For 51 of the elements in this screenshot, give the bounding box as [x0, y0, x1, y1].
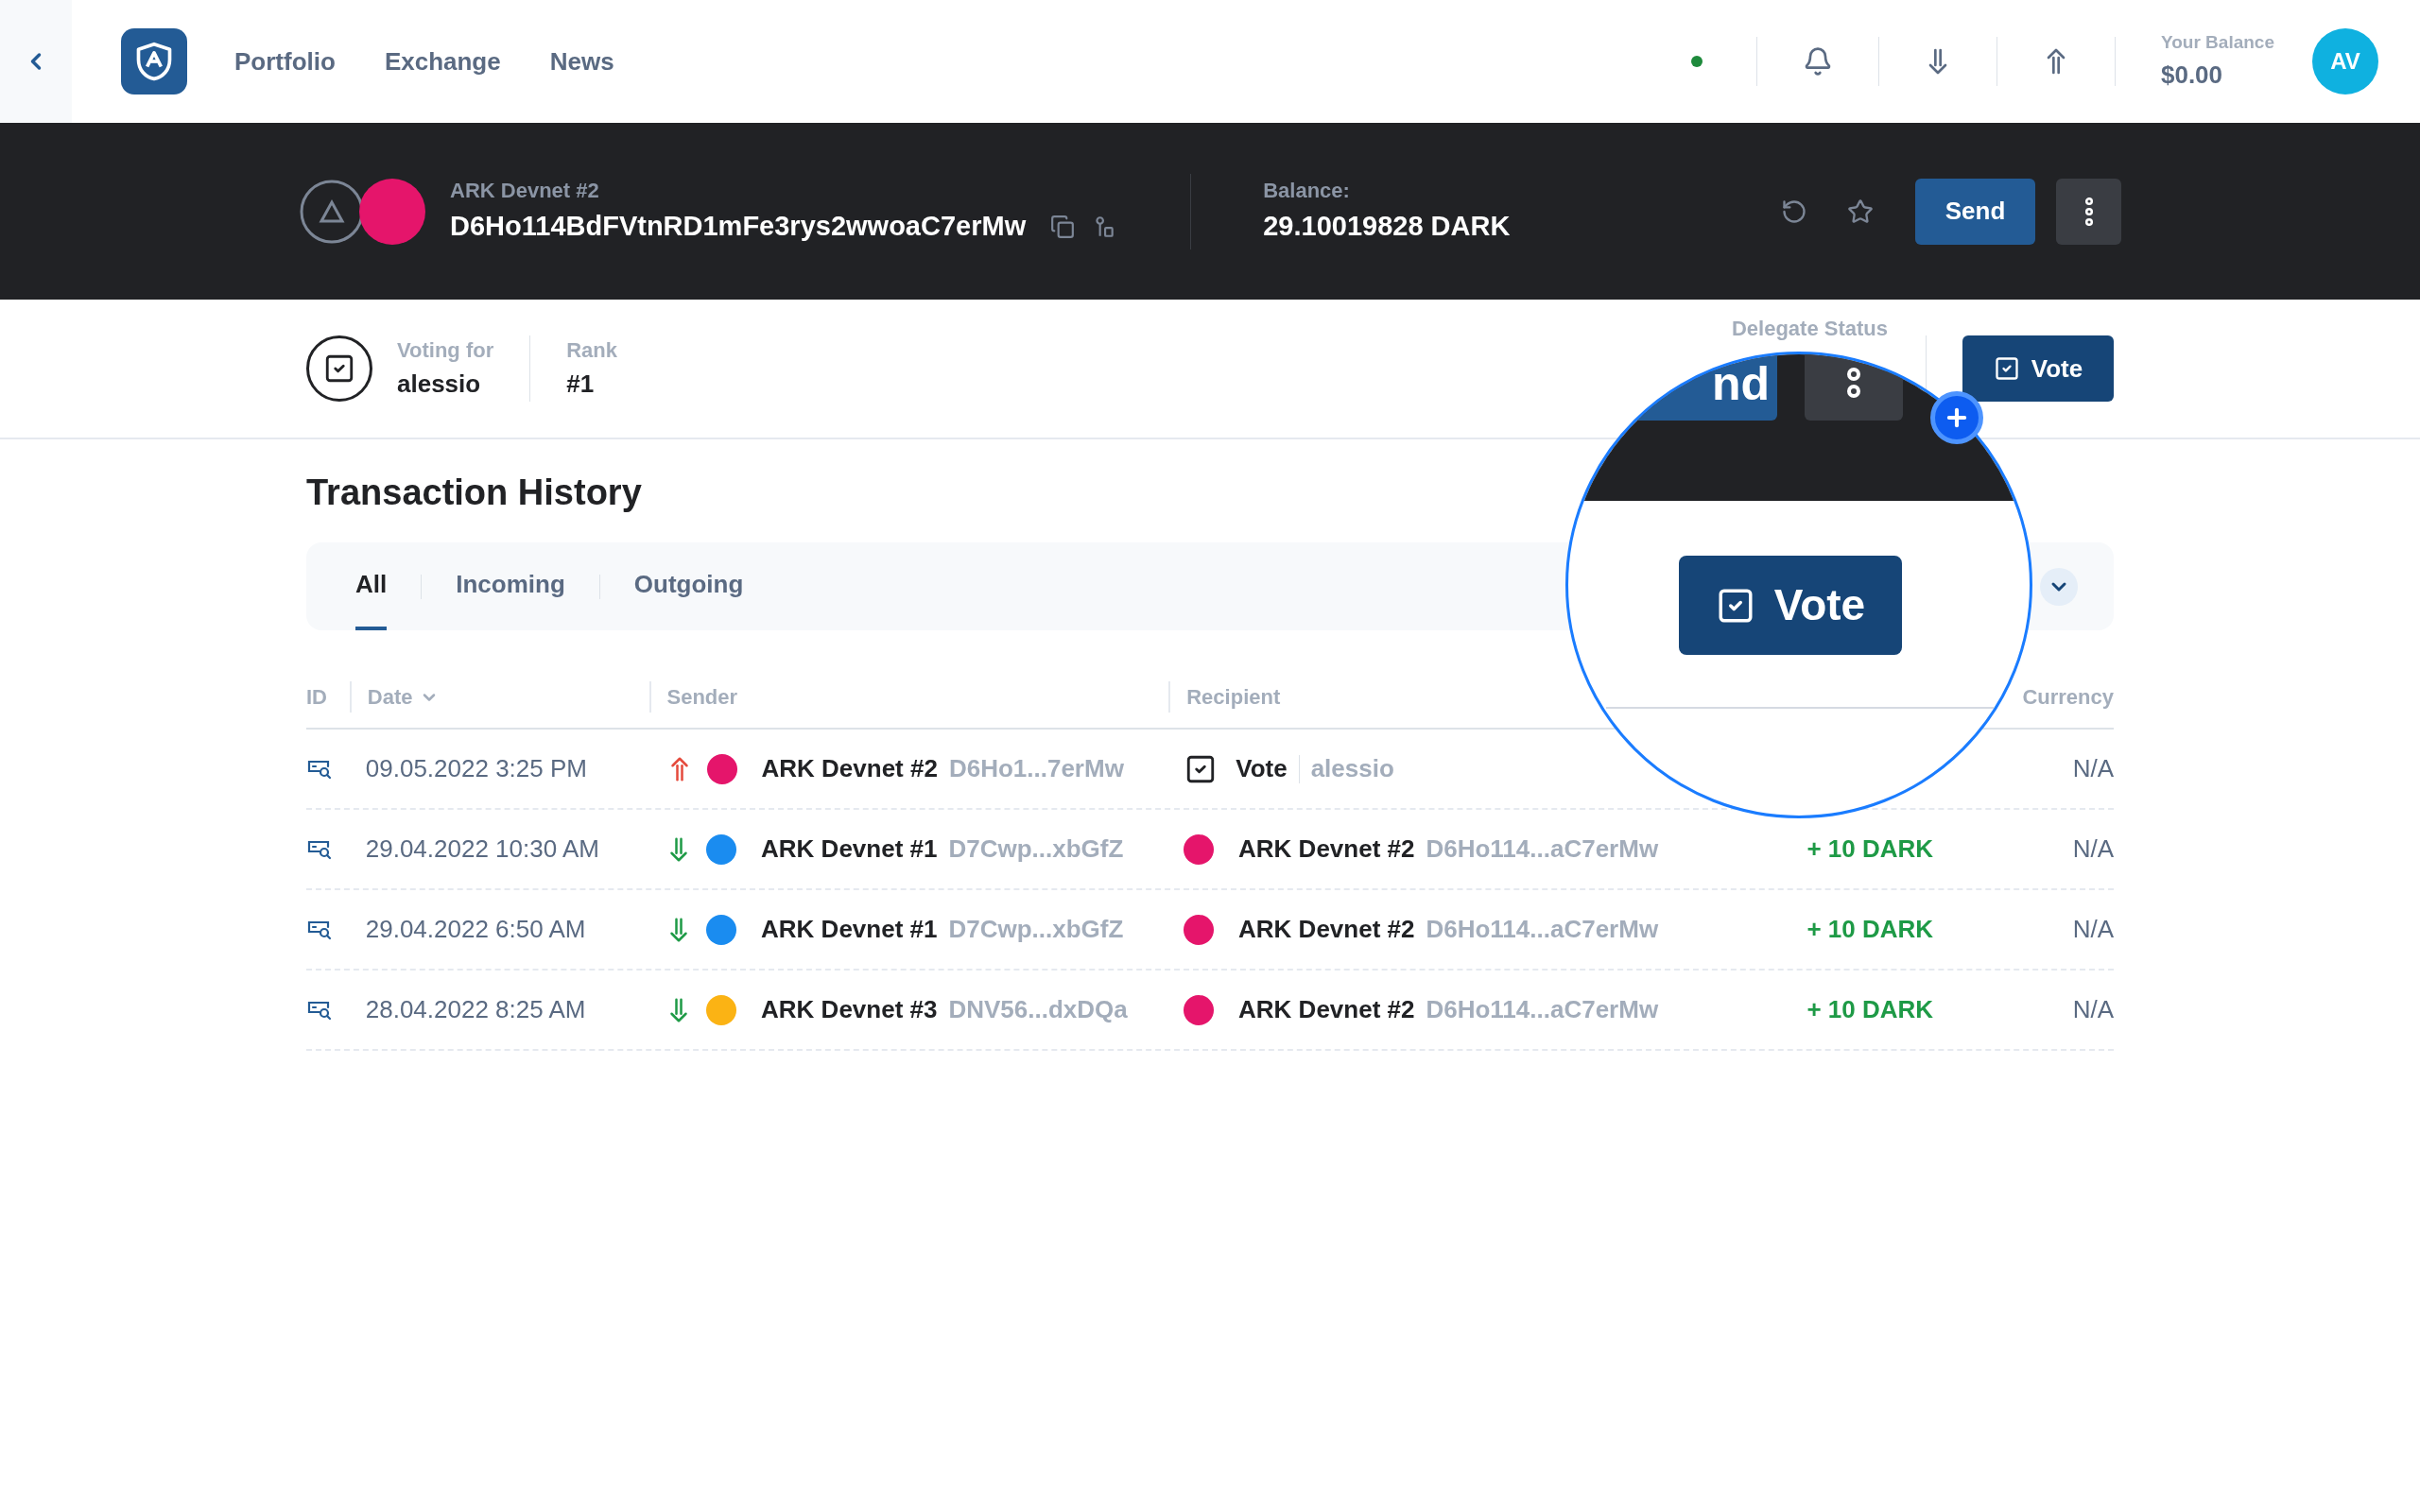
balance-label: Balance: — [1263, 178, 1351, 205]
vote-button[interactable]: Vote — [1962, 335, 2114, 402]
vote-label: Vote — [1236, 753, 1288, 784]
column-header: Recipient — [1186, 685, 1281, 709]
balance-label: Your Balance — [2160, 31, 2274, 55]
column-header: Currency — [2022, 685, 2114, 709]
voting-label: Voting for — [397, 337, 494, 364]
nav-link[interactable]: Exchange — [384, 43, 501, 80]
recipient-address: D6Ho114...aC7erMw — [1426, 994, 1659, 1025]
recipient-name: ARK Devnet #2 — [1238, 994, 1415, 1025]
transaction-date: 09.05.2022 3:25 PM — [365, 754, 587, 782]
sender-name: ARK Devnet #1 — [761, 833, 938, 865]
filter-tab[interactable]: All — [355, 542, 388, 630]
column-header: Sender — [666, 685, 738, 709]
transaction-amount: + 10 DARK — [1806, 995, 1934, 1023]
recipient-name: ARK Devnet #2 — [1238, 914, 1415, 945]
transaction-currency: N/A — [2072, 995, 2114, 1023]
transaction-date: 28.04.2022 8:25 AM — [365, 995, 586, 1023]
balance-value: $0.00 — [2160, 59, 2224, 91]
wallet-balance: 29.10019828 DARK — [1263, 210, 1511, 244]
recipient-name: ARK Devnet #2 — [1238, 833, 1415, 865]
nav-link[interactable]: Portfolio — [234, 43, 336, 80]
section-title: Transaction History — [306, 472, 643, 514]
sender-name: ARK Devnet #2 — [761, 753, 938, 784]
filter-tab[interactable]: Incoming — [456, 542, 565, 630]
transaction-amount: + 10 DARK — [1806, 915, 1934, 943]
rank-label: Rank — [566, 337, 618, 364]
transaction-date: 29.04.2022 10:30 AM — [365, 834, 599, 863]
column-header: ID — [306, 685, 327, 709]
transaction-currency: N/A — [2072, 834, 2114, 863]
transaction-currency: N/A — [2072, 915, 2114, 943]
sender-address: DNV56...dxDQa — [948, 994, 1128, 1025]
wallet-address: D6Ho114BdFVtnRD1mFe3rys2wwoaC7erMw — [450, 210, 1027, 244]
transaction-date: 29.04.2022 6:50 AM — [365, 915, 586, 943]
sender-address: D6Ho1...7erMw — [948, 753, 1124, 784]
rank-value: #1 — [566, 369, 596, 400]
nav-link[interactable]: News — [549, 43, 614, 80]
transaction-amount: + 10 DARK — [1806, 834, 1934, 863]
transaction-currency: N/A — [2072, 754, 2114, 782]
wallet-network: ARK Devnet #2 — [450, 178, 600, 205]
sender-name: ARK Devnet #3 — [761, 994, 938, 1025]
sender-address: D7Cwp...xbGfZ — [948, 914, 1124, 945]
delegate-name: alessio — [1310, 753, 1394, 784]
delegate-name: alessio — [397, 369, 482, 400]
delegate-status-label: Delegate Status — [1731, 316, 1888, 342]
recipient-address: D6Ho114...aC7erMw — [1426, 833, 1659, 865]
filter-tab[interactable]: Outgoing — [633, 542, 744, 630]
sender-name: ARK Devnet #1 — [761, 914, 938, 945]
recipient-address: D6Ho114...aC7erMw — [1426, 914, 1659, 945]
send-button[interactable]: Send — [1915, 178, 2035, 245]
sender-address: D7Cwp...xbGfZ — [948, 833, 1124, 865]
